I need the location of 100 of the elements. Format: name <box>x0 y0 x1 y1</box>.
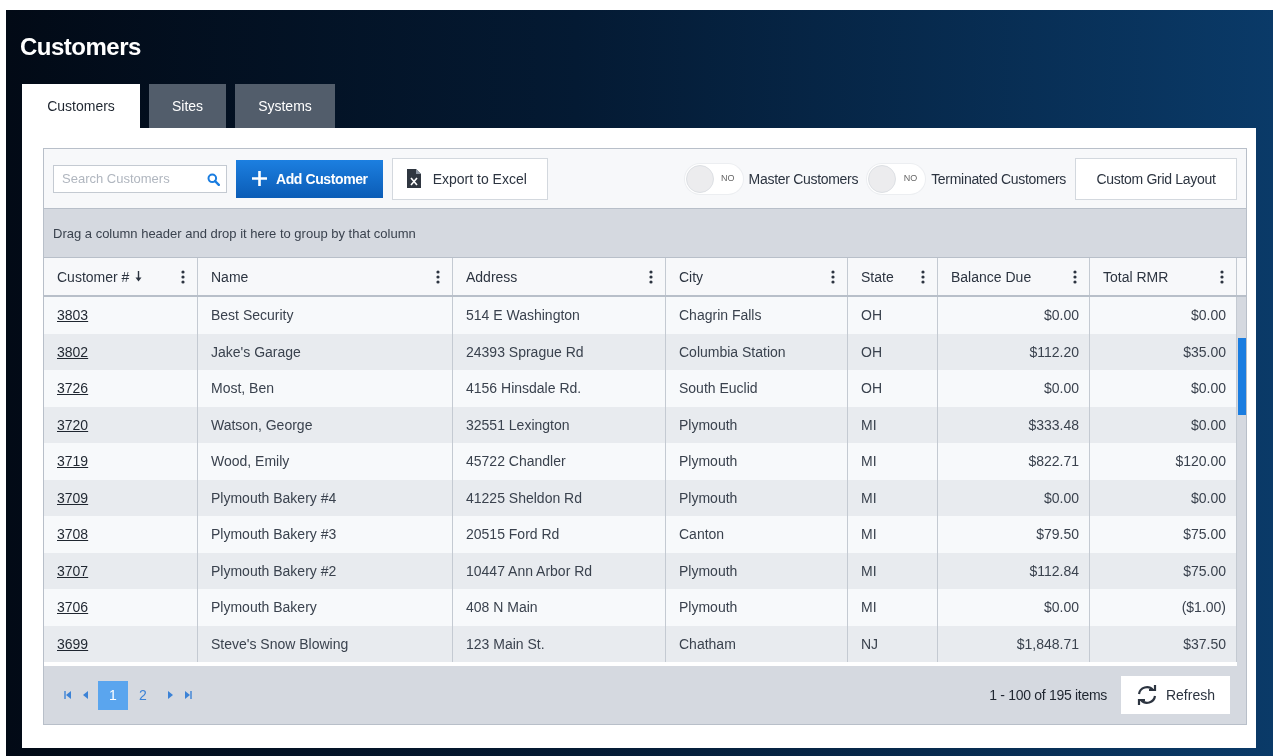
toggle-label: Master Customers <box>748 170 859 187</box>
table-cell: 10447 Ann Arbor Rd <box>466 562 593 579</box>
table-cell: $0.00 <box>1190 489 1226 506</box>
table-cell: $0.00 <box>1190 307 1226 324</box>
more-icon[interactable] <box>649 269 653 284</box>
table-cell: Jake's Garage <box>211 343 301 360</box>
table-cell: MI <box>861 526 877 543</box>
table-cell: $75.00 <box>1183 526 1226 543</box>
table-cell: Best Security <box>211 307 294 324</box>
customer-number-link[interactable]: 3719 <box>57 453 89 470</box>
sort-down-icon <box>135 271 143 282</box>
tab[interactable]: Sites <box>149 84 227 128</box>
table-cell: 408 N Main <box>466 599 538 616</box>
page-title: Customers <box>19 32 142 60</box>
table-cell: South Euclid <box>679 380 758 397</box>
export-button[interactable]: Export to Excel <box>391 157 548 200</box>
table-cell: Chagrin Falls <box>679 307 762 324</box>
more-icon[interactable] <box>436 269 440 284</box>
table-cell: 514 E Washington <box>466 307 580 324</box>
table-cell: $37.50 <box>1183 635 1226 652</box>
previous-page-icon[interactable] <box>82 691 88 699</box>
table-cell: 32551 Lexington <box>466 416 570 433</box>
toggle-switch[interactable]: NO <box>684 163 743 194</box>
more-icon[interactable] <box>921 269 925 284</box>
add-customer-button[interactable]: Add Customer <box>236 159 383 198</box>
column-header[interactable]: Customer # <box>57 268 143 285</box>
table-cell: Plymouth Bakery <box>211 599 317 616</box>
column-header[interactable]: Total RMR <box>1103 268 1169 285</box>
plus-icon <box>251 170 268 187</box>
more-icon[interactable] <box>831 269 835 284</box>
first-page-icon[interactable] <box>64 691 72 699</box>
column-header[interactable]: Address <box>466 268 518 285</box>
search-icon[interactable] <box>207 172 220 186</box>
table-cell: $0.00 <box>1190 380 1226 397</box>
table-cell: Steve's Snow Blowing <box>211 635 349 652</box>
table-cell: MI <box>861 489 877 506</box>
column-header[interactable]: State <box>861 268 894 285</box>
table-cell: $822.71 <box>1028 453 1079 470</box>
column-header[interactable]: Balance Due <box>951 268 1032 285</box>
custom-grid-layout-button[interactable]: Custom Grid Layout <box>1075 157 1237 200</box>
scrollbar-thumb[interactable] <box>1238 338 1246 415</box>
more-icon[interactable] <box>1220 269 1224 284</box>
table-cell: OH <box>861 343 882 360</box>
customer-number-link[interactable]: 3707 <box>57 562 89 579</box>
table-cell: $35.00 <box>1183 343 1226 360</box>
table-cell: $79.50 <box>1036 526 1079 543</box>
table-cell: MI <box>861 453 877 470</box>
table-cell: $112.20 <box>1029 343 1079 360</box>
table-cell: Most, Ben <box>211 380 275 397</box>
customer-number-link[interactable]: 3706 <box>57 599 89 616</box>
table-cell: Plymouth <box>679 416 738 433</box>
item-count: 1 - 100 of 195 items <box>989 687 1107 703</box>
table-cell: $75.00 <box>1183 562 1226 579</box>
table-cell: $1,848.71 <box>1016 635 1079 652</box>
tab[interactable]: Systems <box>235 84 335 128</box>
table-cell: MI <box>861 599 877 616</box>
table-cell: Watson, George <box>211 416 313 433</box>
search-field[interactable]: Search Customers <box>53 164 227 193</box>
group-drop-area[interactable]: Drag a column header and drop it here to group by that column <box>44 209 1246 258</box>
next-page-icon[interactable] <box>168 691 174 699</box>
last-page-icon[interactable] <box>184 691 192 699</box>
table-cell: Plymouth <box>679 562 738 579</box>
customer-number-link[interactable]: 3802 <box>57 343 89 360</box>
table-cell: NJ <box>861 635 879 652</box>
more-icon[interactable] <box>181 269 185 284</box>
table-cell: $120.00 <box>1175 453 1226 470</box>
table-cell: MI <box>861 416 877 433</box>
table-cell: Canton <box>679 526 725 543</box>
customer-number-link[interactable]: 3803 <box>57 307 89 324</box>
toggle-label: Terminated Customers <box>931 170 1066 187</box>
scrollbar[interactable] <box>1237 297 1246 666</box>
customer-number-link[interactable]: 3709 <box>57 489 89 506</box>
table-cell: OH <box>861 307 882 324</box>
table-cell: ($1.00) <box>1181 599 1226 616</box>
tab[interactable]: Customers <box>22 84 140 128</box>
table-cell: $0.00 <box>1043 599 1079 616</box>
table-cell: 24393 Sprague Rd <box>466 343 584 360</box>
customer-number-link[interactable]: 3726 <box>57 380 89 397</box>
table-cell: Chatham <box>679 635 736 652</box>
table-cell: 45722 Chandler <box>466 453 566 470</box>
table-cell: MI <box>861 562 877 579</box>
table-cell: $0.00 <box>1043 489 1079 506</box>
column-header[interactable]: City <box>679 268 704 285</box>
toggle-switch[interactable]: NO <box>867 163 926 194</box>
table-cell: $112.84 <box>1029 562 1079 579</box>
excel-file-icon <box>406 169 421 188</box>
column-header[interactable]: Name <box>211 268 249 285</box>
table-cell: $0.00 <box>1190 416 1226 433</box>
refresh-icon <box>1135 685 1158 705</box>
more-icon[interactable] <box>1073 269 1077 284</box>
table-cell: Columbia Station <box>679 343 786 360</box>
table-cell: Plymouth <box>679 489 738 506</box>
refresh-button[interactable]: Refresh <box>1120 676 1230 714</box>
customer-number-link[interactable]: 3720 <box>57 416 89 433</box>
group-hint: Drag a column header and drop it here to group by that column <box>53 225 416 241</box>
customer-number-link[interactable]: 3708 <box>57 526 89 543</box>
table-cell: 123 Main St. <box>466 635 545 652</box>
table-cell: 20515 Ford Rd <box>466 526 560 543</box>
customer-number-link[interactable]: 3699 <box>57 635 89 652</box>
table-cell: Plymouth Bakery #4 <box>211 489 337 506</box>
